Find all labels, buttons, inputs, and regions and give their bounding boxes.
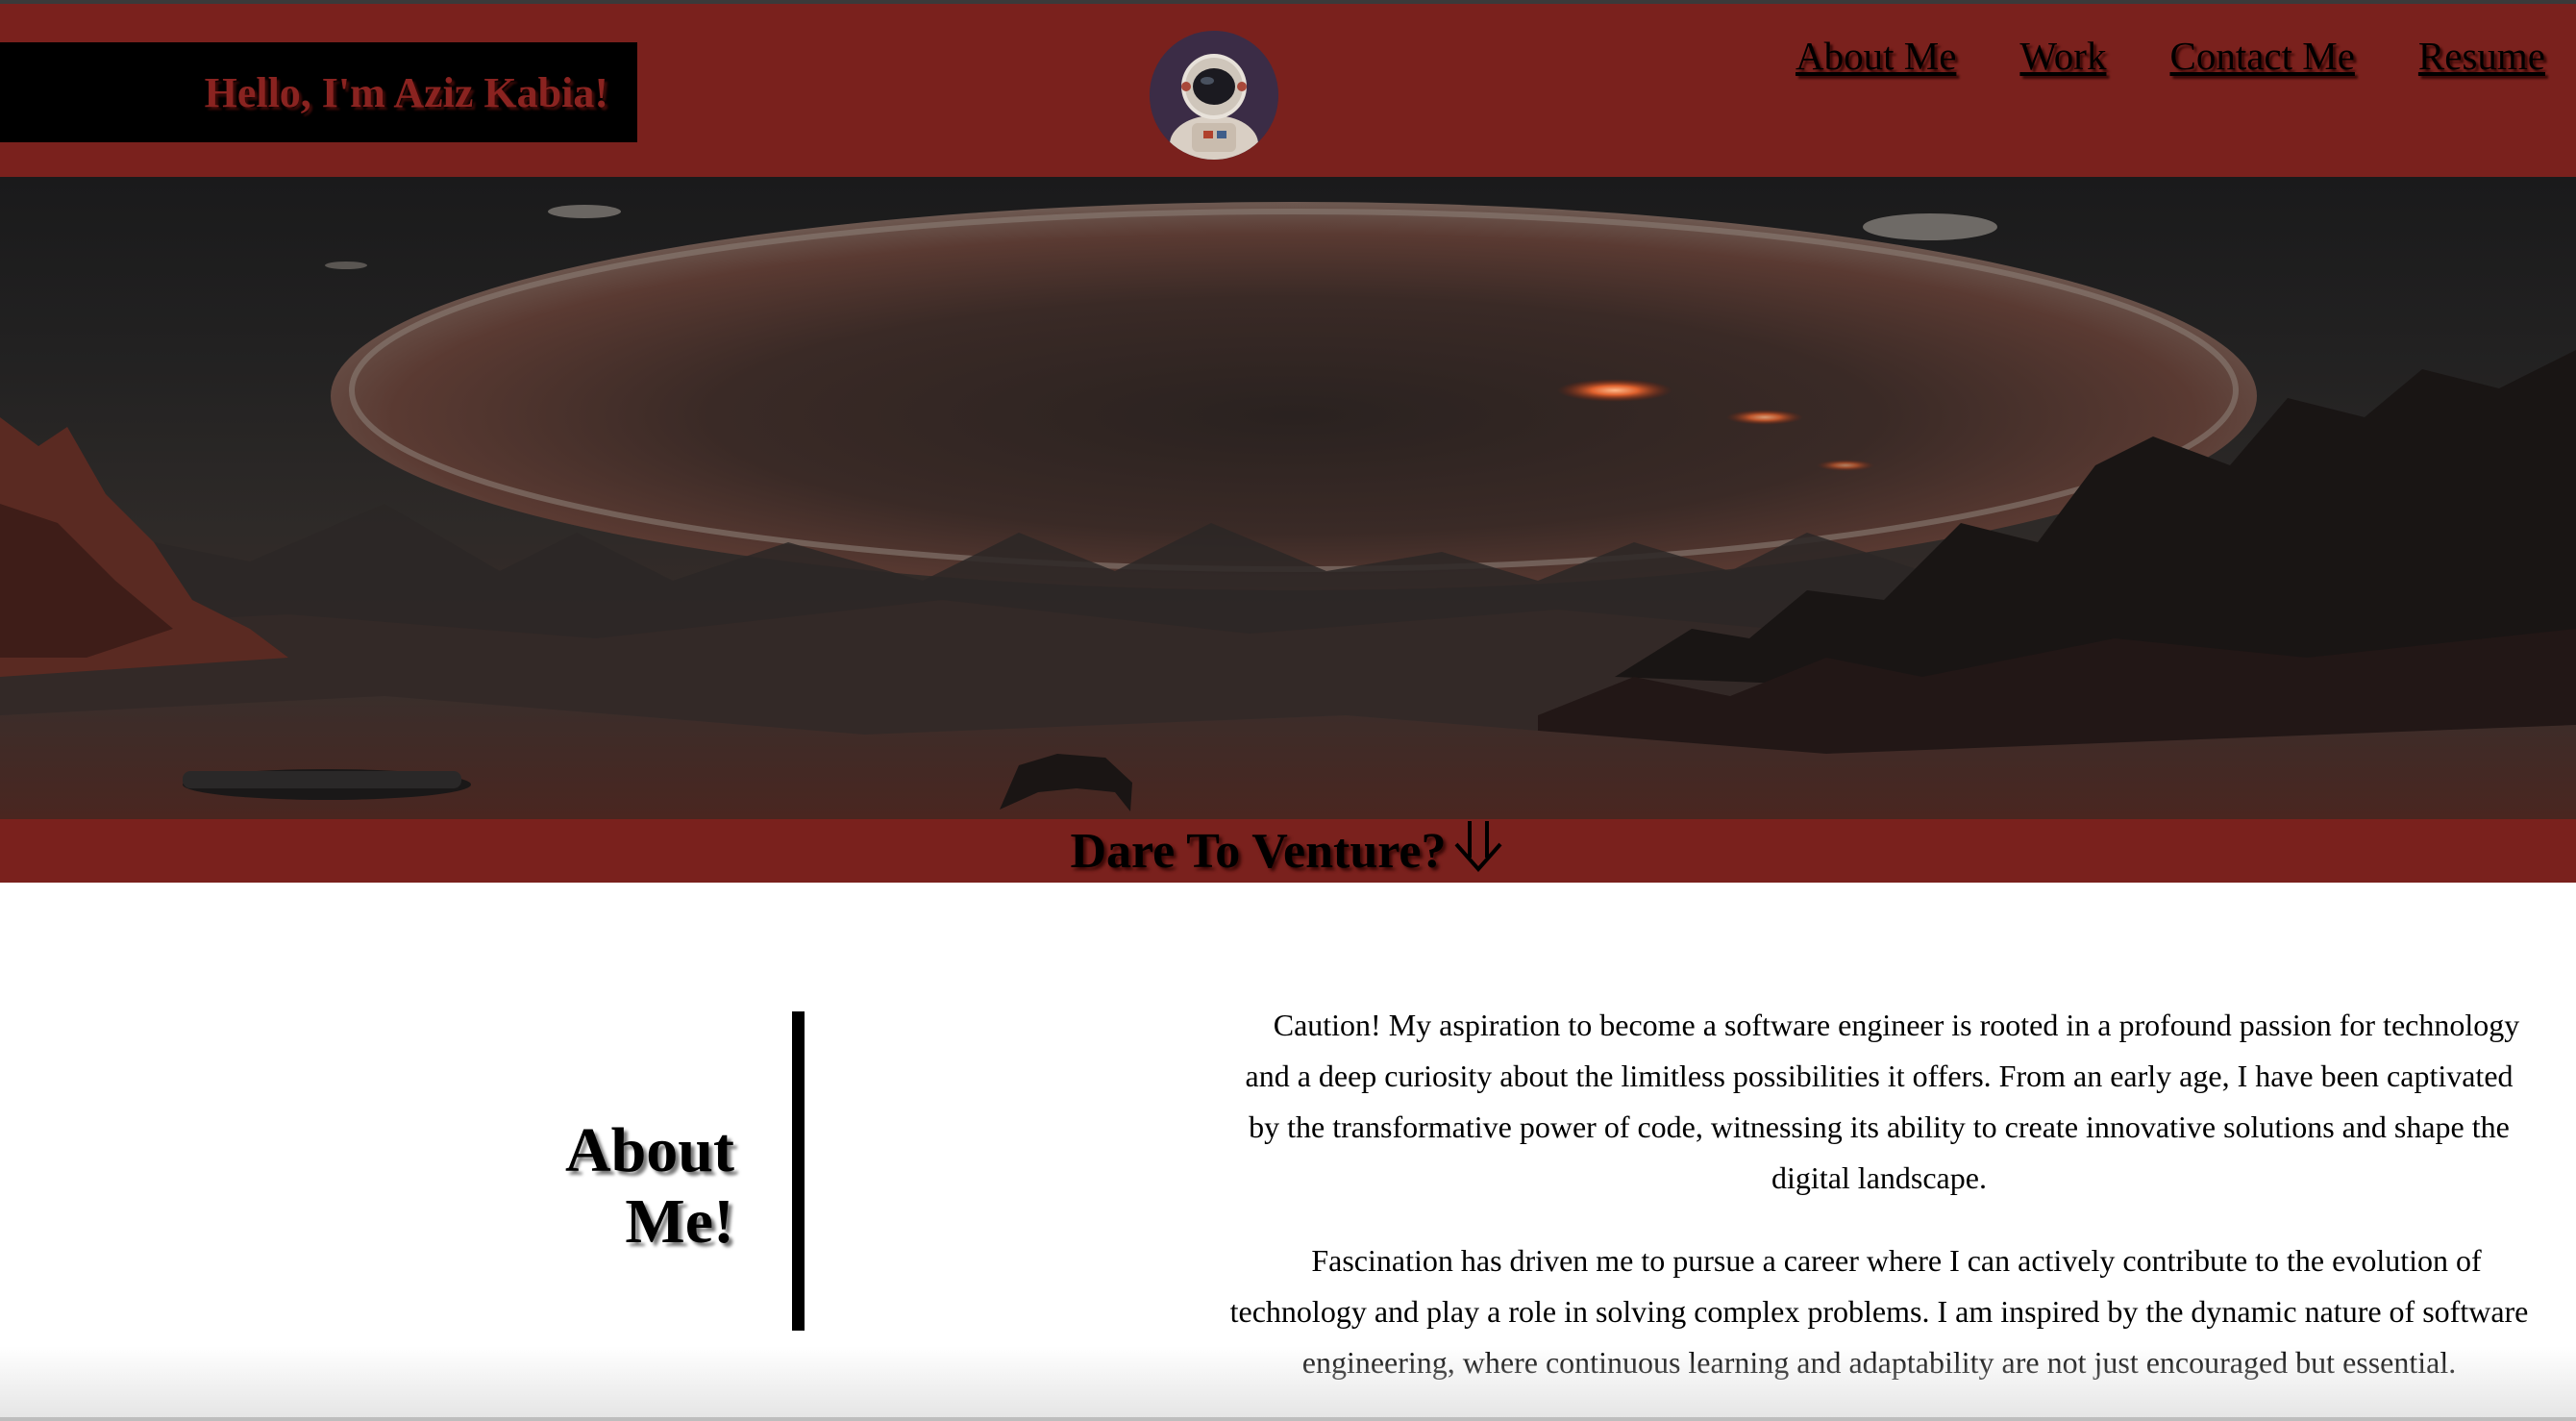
nav-work-link[interactable]: Work	[2019, 33, 2106, 79]
nav-contact-me-link[interactable]: Contact Me	[2169, 33, 2354, 79]
nav-about-me-link[interactable]: About Me	[1796, 33, 1956, 79]
about-paragraph-2: Fascination has driven me to pursue a ca…	[1229, 1243, 2529, 1380]
site-header: Hello, I'm Aziz Kabia! About Me Work Con…	[0, 4, 2576, 177]
cta-banner[interactable]: Dare To Venture?	[0, 819, 2576, 883]
cta-banner-content: Dare To Venture?	[1070, 817, 1505, 885]
astronaut-avatar-image	[1150, 31, 1278, 160]
double-down-arrow-icon	[1450, 817, 1506, 885]
about-heading: About Me!	[565, 1115, 734, 1258]
greeting-box: Hello, I'm Aziz Kabia!	[0, 42, 637, 142]
about-heading-line1: About	[564, 1115, 734, 1185]
greeting-text: Hello, I'm Aziz Kabia!	[204, 68, 608, 116]
nav-resume-link[interactable]: Resume	[2418, 33, 2545, 79]
about-divider	[792, 1011, 805, 1331]
alien-planet-illustration	[0, 202, 2576, 819]
main-nav: About Me Work Contact Me Resume	[1796, 33, 2545, 79]
hero-landscape-image	[0, 177, 2576, 819]
window-bottom-border	[0, 1417, 2576, 1421]
astronaut-avatar[interactable]	[1150, 31, 1278, 160]
cta-banner-text: Dare To Venture?	[1070, 823, 1447, 879]
about-paragraph-1: Caution! My aspiration to become a softw…	[1245, 1008, 2520, 1195]
about-body: Caution! My aspiration to become a softw…	[1226, 1000, 2532, 1420]
portfolio-page: Hello, I'm Aziz Kabia! About Me Work Con…	[0, 0, 2576, 1421]
about-heading-line2: Me!	[625, 1186, 734, 1257]
